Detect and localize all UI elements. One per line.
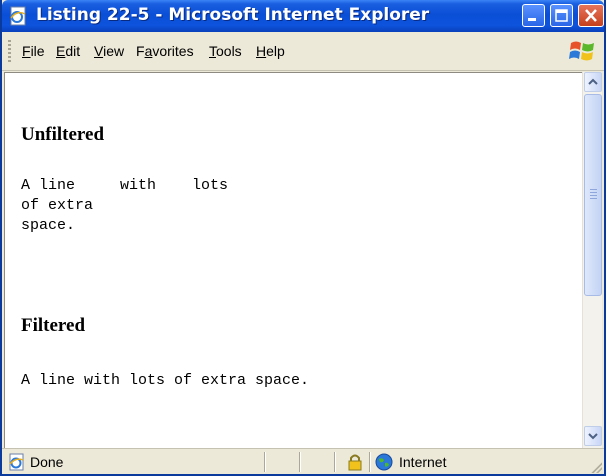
pre-unfiltered: A line with lots of extra space. bbox=[21, 177, 229, 234]
close-icon bbox=[585, 9, 597, 22]
title-bar[interactable]: Listing 22-5 - Microsoft Internet Explor… bbox=[2, 0, 604, 32]
chevron-up-icon bbox=[588, 78, 598, 85]
heading-filtered: Filtered bbox=[21, 315, 86, 336]
status-divider bbox=[334, 452, 336, 472]
menu-edit-rest: dit bbox=[65, 43, 81, 59]
lock-icon[interactable] bbox=[347, 453, 363, 471]
toolbar-grip[interactable] bbox=[8, 40, 11, 62]
resize-grip[interactable] bbox=[590, 461, 602, 473]
menu-view-key: V bbox=[94, 43, 104, 59]
menu-favorites-prefix: F bbox=[136, 43, 145, 59]
menu-bar: File Edit View Favorites Tools Help bbox=[2, 32, 604, 71]
menu-file-rest: ile bbox=[30, 43, 45, 59]
close-button[interactable] bbox=[578, 4, 604, 27]
status-divider bbox=[369, 452, 371, 472]
pre-filtered: A line with lots of extra space. bbox=[21, 372, 310, 389]
menu-tools-rest: ools bbox=[216, 43, 242, 59]
status-divider bbox=[264, 452, 266, 472]
menu-edit[interactable]: Edit bbox=[56, 43, 80, 59]
menu-help-rest: elp bbox=[266, 43, 285, 59]
menu-tools[interactable]: Tools bbox=[209, 43, 242, 59]
scroll-up-button[interactable] bbox=[584, 72, 602, 92]
menu-help-key: H bbox=[256, 43, 267, 59]
scrollbar-thumb[interactable] bbox=[584, 94, 602, 296]
browser-window: Listing 22-5 - Microsoft Internet Explor… bbox=[0, 0, 606, 476]
chevron-down-icon bbox=[588, 433, 598, 440]
globe-icon bbox=[375, 453, 393, 471]
status-divider bbox=[299, 452, 301, 472]
windows-logo-icon bbox=[569, 41, 594, 61]
ie-page-icon bbox=[9, 453, 24, 471]
maximize-button[interactable] bbox=[550, 4, 573, 27]
menu-help[interactable]: Help bbox=[256, 43, 285, 59]
menu-favorites-rest: vorites bbox=[152, 43, 194, 59]
menu-file[interactable]: File bbox=[22, 43, 45, 59]
maximize-icon bbox=[555, 9, 568, 22]
menu-file-key: F bbox=[22, 43, 31, 59]
page-viewport[interactable]: Unfiltered A line with lots of extra spa… bbox=[4, 72, 582, 448]
menu-view-rest: iew bbox=[103, 43, 125, 59]
menu-favorites[interactable]: Favorites bbox=[136, 43, 194, 59]
minimize-icon bbox=[528, 18, 536, 21]
thumb-grip bbox=[590, 189, 597, 199]
menu-edit-key: E bbox=[56, 43, 66, 59]
status-bar: Done Internet bbox=[2, 448, 604, 474]
scroll-down-button[interactable] bbox=[584, 426, 602, 446]
status-text: Done bbox=[30, 454, 64, 470]
menu-view[interactable]: View bbox=[94, 43, 124, 59]
vertical-scrollbar[interactable] bbox=[582, 72, 602, 448]
minimize-button[interactable] bbox=[522, 4, 545, 27]
menu-tools-key: T bbox=[209, 43, 216, 59]
window-title: Listing 22-5 - Microsoft Internet Explor… bbox=[36, 5, 430, 25]
ie-page-icon bbox=[10, 6, 26, 26]
heading-unfiltered: Unfiltered bbox=[21, 124, 105, 145]
security-zone: Internet bbox=[399, 454, 447, 470]
